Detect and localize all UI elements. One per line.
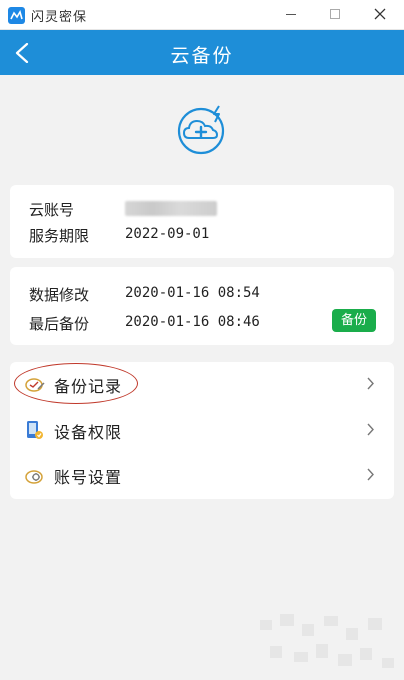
window-titlebar: 闪灵密保 xyxy=(0,0,404,30)
watermark-pattern xyxy=(260,614,394,668)
account-settings-icon xyxy=(25,470,43,484)
service-period-value: 2022-09-01 xyxy=(125,226,210,242)
account-value-blurred xyxy=(125,201,217,216)
backup-record-icon xyxy=(25,378,45,392)
page-header: 云备份 xyxy=(0,30,404,75)
menu-item-account-settings[interactable]: 账号设置 xyxy=(10,453,394,497)
data-info-card: 数据修改 2020-01-16 08:54 最后备份 2020-01-16 08… xyxy=(10,267,394,345)
close-icon xyxy=(374,8,386,20)
data-modified-label: 数据修改 xyxy=(29,286,90,304)
app-title: 闪灵密保 xyxy=(31,10,88,25)
cloud-plus-icon xyxy=(177,105,225,155)
menu-item-device-permission[interactable]: 设备权限 xyxy=(10,408,394,452)
menu-label-device-permission: 设备权限 xyxy=(54,423,123,442)
menu-item-backup-record[interactable]: 备份记录 xyxy=(10,362,394,406)
chevron-right-icon xyxy=(367,423,374,436)
minimize-icon xyxy=(286,14,296,15)
close-button[interactable] xyxy=(366,3,394,25)
data-modified-value: 2020-01-16 08:54 xyxy=(125,285,260,301)
maximize-button[interactable] xyxy=(321,3,349,25)
last-backup-value: 2020-01-16 08:46 xyxy=(125,314,260,330)
account-label: 云账号 xyxy=(29,201,75,219)
minimize-button[interactable] xyxy=(277,3,305,25)
last-backup-label: 最后备份 xyxy=(29,315,90,333)
main-content: 云账号 服务期限 2022-09-01 数据修改 2020-01-16 08:5… xyxy=(0,75,404,680)
chevron-right-icon xyxy=(367,377,374,390)
menu-label-account-settings: 账号设置 xyxy=(54,468,123,487)
maximize-icon xyxy=(330,9,340,19)
account-card: 云账号 服务期限 2022-09-01 xyxy=(10,185,394,258)
chevron-right-icon xyxy=(367,468,374,481)
page-title: 云备份 xyxy=(170,45,234,67)
service-period-label: 服务期限 xyxy=(29,227,90,245)
menu-label-backup-record: 备份记录 xyxy=(54,377,123,396)
menu-list: 备份记录 设备权限 账号设置 xyxy=(10,362,394,499)
device-permission-icon xyxy=(27,421,43,439)
backup-button[interactable]: 备份 xyxy=(332,309,376,332)
app-logo-icon xyxy=(8,7,25,24)
